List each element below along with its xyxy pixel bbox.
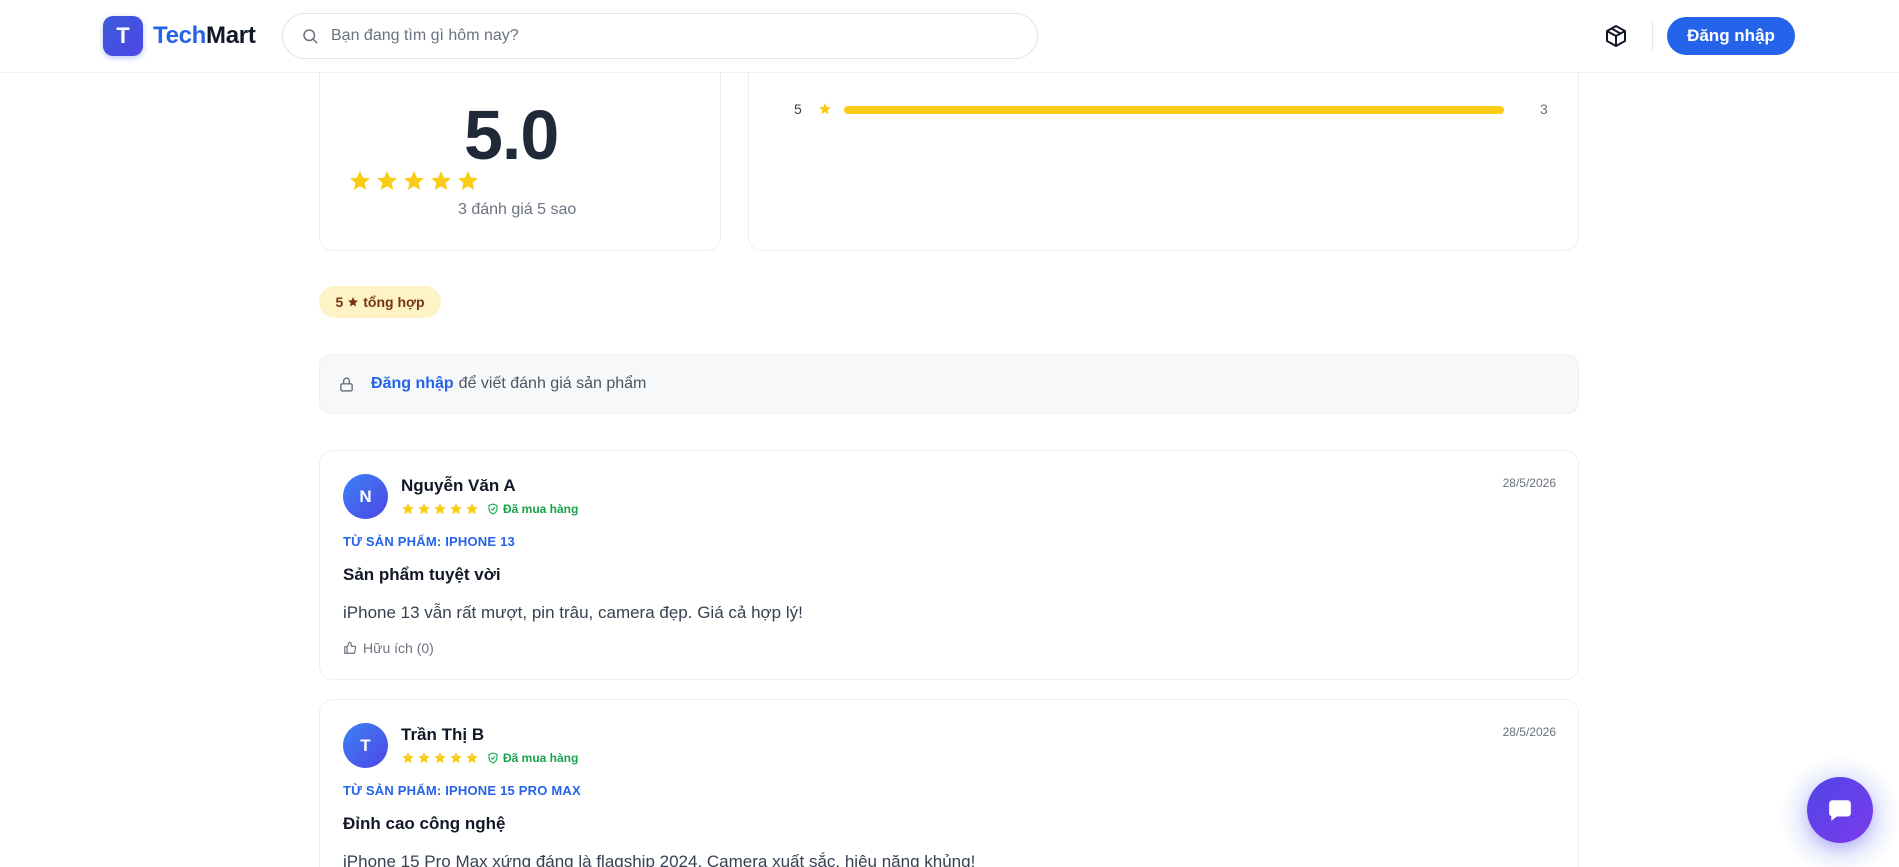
rating-distribution-card: 5 3 <box>748 73 1579 251</box>
thumbs-up-icon <box>344 641 357 654</box>
filter-pill-number: 5 <box>335 294 344 310</box>
review-date: 28/5/2026 <box>1502 476 1556 490</box>
verified-text: Đã mua hàng <box>503 751 579 765</box>
review-date: 28/5/2026 <box>1502 725 1556 739</box>
verified-badge: Đã mua hàng <box>487 751 578 765</box>
star-icon <box>350 171 370 190</box>
star-icon <box>434 752 446 764</box>
star-icon <box>466 503 478 515</box>
chat-button[interactable] <box>1807 777 1873 843</box>
distribution-count: 3 <box>1540 101 1548 117</box>
distribution-row-5[interactable]: 5 3 <box>794 101 1554 117</box>
logo-mark: T <box>103 16 143 56</box>
login-prompt-text: để viết đánh giá sản phẩm <box>458 375 647 392</box>
review-stars <box>401 502 479 516</box>
star-icon <box>431 171 451 190</box>
review-meta: Đã mua hàng <box>401 751 578 765</box>
star-icon <box>434 503 446 515</box>
star-icon <box>458 171 478 190</box>
search-input[interactable] <box>331 27 1011 45</box>
top-header: T TechMart Đăng nhập <box>0 0 1899 73</box>
login-link[interactable]: Đăng nhập <box>371 375 454 393</box>
star-icon <box>404 171 424 190</box>
review-product-source[interactable]: TỪ SẢN PHẨM: IPHONE 15 PRO MAX <box>343 783 581 798</box>
shield-check-icon <box>488 752 498 764</box>
reviewer-name: Trần Thị B <box>401 725 485 744</box>
star-icon <box>377 171 397 190</box>
star-icon <box>450 752 462 764</box>
avatar: N <box>343 474 388 519</box>
login-to-review-banner: Đăng nhập để viết đánh giá sản phẩm <box>319 354 1579 414</box>
filter-pill[interactable]: 5 tổng hợp <box>319 286 441 318</box>
star-icon <box>418 503 430 515</box>
search-icon <box>303 29 318 44</box>
package-icon[interactable] <box>1604 24 1628 48</box>
logo-text: TechMart <box>153 22 256 50</box>
review-product-source[interactable]: TỪ SẢN PHẨM: IPHONE 13 <box>343 534 515 549</box>
star-icon <box>819 103 831 115</box>
review-stars <box>401 751 479 765</box>
rating-count-text: 3 đánh giá 5 sao <box>458 201 577 218</box>
shield-check-icon <box>488 503 498 515</box>
review-card: T Trần Thị B Đã mua hàng 28/5/2026 TỪ SẢ… <box>319 699 1579 867</box>
average-score: 5.0 <box>464 96 559 174</box>
helpful-label: Hữu ích (0) <box>363 640 434 656</box>
distribution-bar-track <box>844 106 1504 114</box>
lock-icon <box>340 376 353 392</box>
review-title: Đỉnh cao công nghệ <box>343 814 506 833</box>
star-icon <box>418 752 430 764</box>
review-meta: Đã mua hàng <box>401 502 578 516</box>
header-divider <box>1652 22 1653 50</box>
rating-summary-card: 5.0 3 đánh giá 5 sao <box>319 73 721 251</box>
star-icon <box>466 752 478 764</box>
logo-text-tech: Tech <box>153 22 207 49</box>
review-body: iPhone 13 vẫn rất mượt, pin trâu, camera… <box>343 603 803 622</box>
distribution-bar-fill <box>844 106 1504 114</box>
review-body: iPhone 15 Pro Max xứng đáng là flagship … <box>343 852 976 867</box>
verified-badge: Đã mua hàng <box>487 502 578 516</box>
avatar: T <box>343 723 388 768</box>
review-title: Sản phẩm tuyệt vời <box>343 565 501 584</box>
verified-text: Đã mua hàng <box>503 502 579 516</box>
star-icon <box>402 752 414 764</box>
filter-pill-text: tổng hợp <box>363 294 425 310</box>
star-icon <box>402 503 414 515</box>
techmart-logo[interactable]: T TechMart <box>103 16 256 56</box>
distribution-star-label: 5 <box>794 101 802 117</box>
review-card: N Nguyễn Văn A Đã mua hàng 28/5/2026 TỪ … <box>319 450 1579 680</box>
helpful-button[interactable]: Hữu ích (0) <box>343 640 434 656</box>
chat-bubble-icon <box>1829 800 1851 821</box>
search-bar[interactable] <box>282 13 1038 59</box>
average-stars <box>348 169 480 193</box>
star-icon <box>450 503 462 515</box>
login-button[interactable]: Đăng nhập <box>1667 17 1795 55</box>
reviewer-name: Nguyễn Văn A <box>401 476 516 495</box>
logo-text-mart: Mart <box>206 22 256 49</box>
star-icon <box>348 297 359 307</box>
